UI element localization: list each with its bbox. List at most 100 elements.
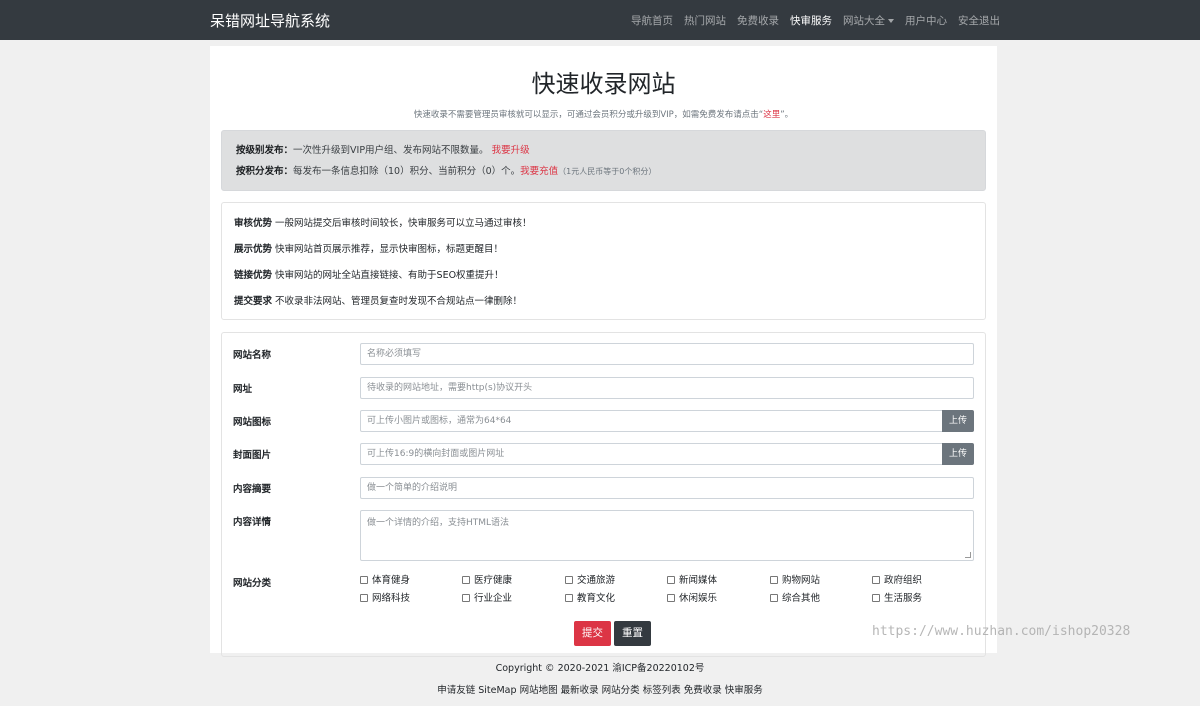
footer-link-friend[interactable]: 申请友链 [437,685,475,696]
category-option[interactable]: 休闲娱乐 [667,592,717,606]
category-option-label: 网络科技 [372,593,411,604]
category-option[interactable]: 行业企业 [462,592,512,606]
category-option-label: 交通旅游 [577,575,616,586]
category-option[interactable]: 医疗健康 [462,574,512,588]
checkbox[interactable] [667,594,675,602]
category-option[interactable]: 综合其他 [770,592,820,606]
category-option[interactable]: 政府组织 [872,574,922,588]
checkbox[interactable] [667,576,675,584]
subtitle-text: 快速收录不需要管理员审核就可以显示，可通过会员积分或升级到VIP，如需免费发布请… [413,110,764,120]
nav-user-center[interactable]: 用户中心 [905,13,947,28]
resize-handle-icon[interactable] [965,552,971,558]
main-panel: 快速收录网站 快速收录不需要管理员审核就可以显示，可通过会员积分或升级到VIP，… [210,46,997,657]
category-option[interactable]: 生活服务 [872,592,922,606]
category-option-label: 政府组织 [884,575,923,586]
points-rate-note: （1元人民币等于0个积分） [558,167,657,176]
nav-fast-review[interactable]: 快审服务 [790,13,832,28]
category-option[interactable]: 新闻媒体 [667,574,717,588]
site-icon-label: 网站图标 [233,417,272,428]
footer-link-free-submit[interactable]: 免费收录 [684,685,722,696]
category-option[interactable]: 教育文化 [565,592,615,606]
checkbox[interactable] [770,594,778,602]
category-option-label: 体育健身 [372,575,411,586]
free-submit-link[interactable]: 这里 [763,110,780,120]
brand-logo-text[interactable]: 呆错网址导航系统 [210,10,330,31]
footer-link-categories[interactable]: 网站分类 [602,685,640,696]
nav-hot-sites[interactable]: 热门网站 [684,13,726,28]
advantage-label: 审核优势 [234,218,273,229]
top-navbar: 呆错网址导航系统 导航首页 热门网站 免费收录 快审服务 网站大全 用户中心 安… [0,0,1200,40]
upgrade-link[interactable]: 我要升级 [492,145,530,156]
cover-image-label: 封面图片 [233,450,272,461]
site-icon-input[interactable]: 可上传小图片或图标，通常为64*64 [360,410,943,432]
checkbox[interactable] [462,576,470,584]
nav-home[interactable]: 导航首页 [631,13,673,28]
category-option-label: 休闲娱乐 [679,593,718,604]
form-actions: 提交 重置 [574,621,654,646]
category-option-label: 新闻媒体 [679,575,718,586]
publish-options-alert: 按级别发布：一次性升级到VIP用户组、发布网站不限数量。 我要升级 按积分发布：… [221,130,986,191]
footer-copyright: Copyright © 2020-2021 渝ICP备20220102号 [495,663,705,674]
advantage-text: 快审网站的网址全站直接链接、有助于SEO权重提升！ [275,270,504,281]
footer-link-latest[interactable]: 最新收录 [561,685,599,696]
advantage-item: 审核优势 一般网站提交后审核时间较长，快审服务可以立马通过审核！ [234,211,973,237]
checkbox[interactable] [360,576,368,584]
nav-free-submit[interactable]: 免费收录 [737,13,779,28]
footer-links: 申请友链 SiteMap 网站地图 最新收录 网站分类 标签列表 免费收录 快审… [0,682,1200,696]
recharge-link[interactable]: 我要充值 [520,166,558,177]
subtitle-end: ”。 [780,110,794,120]
category-option-label: 行业企业 [474,593,513,604]
footer-link-sitemap[interactable]: SiteMap [478,685,516,696]
advantage-item: 提交要求 不收录非法网站、管理员复查时发现不合规站点一律删除！ [234,289,973,315]
advantage-item: 展示优势 快审网站首页展示推荐，显示快审图标，标题更醒目！ [234,237,973,263]
nav-site-directory-label: 网站大全 [843,14,885,27]
advantage-item: 链接优势 快审网站的网址全站直接链接、有助于SEO权重提升！ [234,263,973,289]
site-url-label: 网址 [233,384,253,395]
advantage-text: 不收录非法网站、管理员复查时发现不合规站点一律删除！ [275,296,523,307]
advantage-text: 快审网站首页展示推荐，显示快审图标，标题更醒目！ [275,244,504,255]
advantage-label: 提交要求 [234,296,273,307]
checkbox[interactable] [462,594,470,602]
checkbox[interactable] [770,576,778,584]
submit-button[interactable]: 提交 [574,621,611,646]
upload-icon-button[interactable]: 上传 [942,410,974,432]
chevron-down-icon [888,18,894,23]
points-publish-line: 按积分发布：每发布一条信息扣除（10）积分、当前积分（0）个。我要充值（1元人民… [236,161,971,182]
summary-label: 内容摘要 [233,484,272,495]
category-option[interactable]: 购物网站 [770,574,820,588]
checkbox[interactable] [565,594,573,602]
checkbox[interactable] [872,576,880,584]
footer-link-fast-review[interactable]: 快审服务 [725,685,763,696]
footer-link-site-map[interactable]: 网站地图 [520,685,558,696]
category-option[interactable]: 体育健身 [360,574,410,588]
upload-cover-button[interactable]: 上传 [942,443,974,465]
detail-placeholder: 做一个详情的介绍，支持HTML语法 [367,518,510,528]
summary-input[interactable]: 做一个简单的介绍说明 [360,477,974,499]
category-option[interactable]: 网络科技 [360,592,410,606]
advantage-label: 链接优势 [234,270,273,281]
advantage-label: 展示优势 [234,244,273,255]
site-url-input[interactable]: 待收录的网站地址，需要http(s)协议开头 [360,377,974,399]
level-publish-line: 按级别发布：一次性升级到VIP用户组、发布网站不限数量。 我要升级 [236,140,971,161]
category-option-label: 医疗健康 [474,575,513,586]
nav-logout[interactable]: 安全退出 [958,13,1000,28]
points-publish-text: 每发布一条信息扣除（10）积分、当前积分（0）个。 [293,166,521,177]
category-label: 网站分类 [233,578,272,589]
category-option[interactable]: 交通旅游 [565,574,615,588]
reset-button[interactable]: 重置 [614,621,651,646]
detail-textarea[interactable]: 做一个详情的介绍，支持HTML语法 [360,510,974,561]
checkbox[interactable] [565,576,573,584]
category-option-label: 生活服务 [884,593,923,604]
page-subtitle: 快速收录不需要管理员审核就可以显示，可通过会员积分或升级到VIP，如需免费发布请… [210,108,997,120]
cover-image-input[interactable]: 可上传16:9的横向封面或图片网址 [360,443,943,465]
level-publish-label: 按级别发布： [236,145,294,156]
category-option-label: 购物网站 [782,575,821,586]
points-publish-label: 按积分发布： [236,166,294,177]
nav-site-directory[interactable]: 网站大全 [843,13,894,28]
checkbox[interactable] [872,594,880,602]
footer-link-tags[interactable]: 标签列表 [643,685,681,696]
category-option-label: 教育文化 [577,593,616,604]
checkbox[interactable] [360,594,368,602]
site-name-input[interactable]: 名称必须填写 [360,343,974,365]
advantage-text: 一般网站提交后审核时间较长，快审服务可以立马通过审核！ [275,218,532,229]
